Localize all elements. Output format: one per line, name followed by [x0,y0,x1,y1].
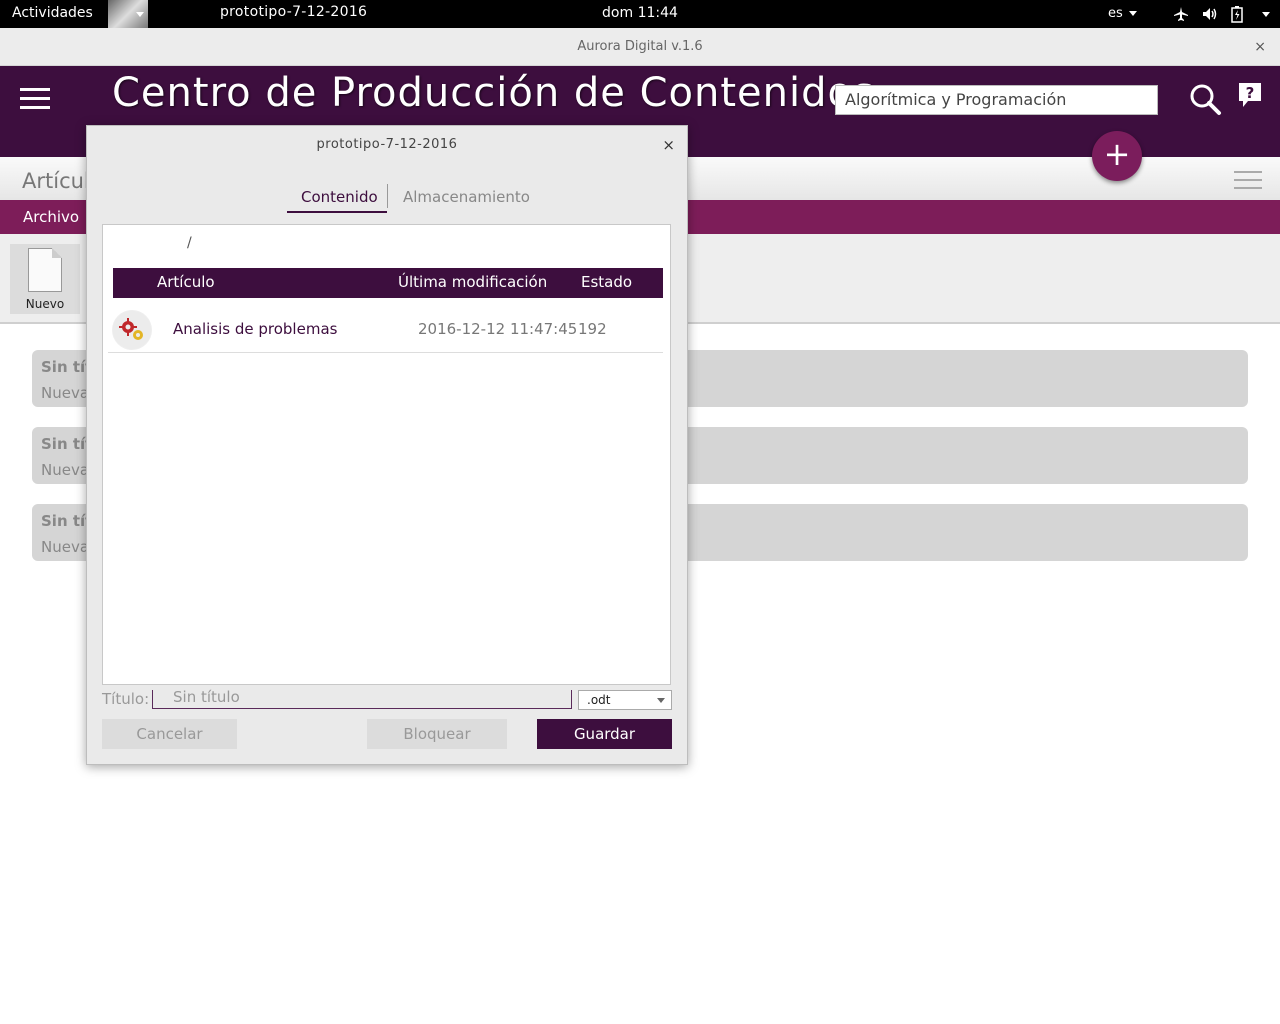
active-tab-indicator [287,211,387,213]
power-menu-icon [1262,11,1270,17]
svg-text:?: ? [1246,84,1255,102]
activities-button[interactable]: Actividades [12,5,93,21]
add-button[interactable]: + [1092,131,1142,181]
airplane-icon [1172,5,1190,23]
language-selector[interactable]: es [1108,6,1137,21]
app-menu-label: prototipo-7-12-2016 [220,4,368,20]
table-header: Artículo Última modificación Estado [113,268,663,298]
table-row[interactable]: Analisis de problemas 2016-12-12 11:47:4… [108,308,663,353]
row-state: 192 [578,320,607,338]
window-titlebar: Aurora Digital v.1.6 × [0,28,1280,66]
list-menu-icon[interactable] [1234,171,1262,191]
dialog-title: prototipo-7-12-2016 [316,137,458,152]
tab-almacenamiento[interactable]: Almacenamiento [403,188,530,206]
app-title: Centro de Producción de Contenidos [112,70,875,116]
title-label: Título: [102,690,150,708]
window-close-button[interactable]: × [1254,28,1266,66]
title-row: Título: Sin título .odt [102,690,672,714]
save-button[interactable]: Guardar [537,719,672,749]
search-icon[interactable] [1188,82,1222,116]
extension-select[interactable]: .odt [578,690,672,710]
window-title: Aurora Digital v.1.6 [577,39,703,54]
clock[interactable]: dom 11:44 [602,5,678,21]
cancel-button[interactable]: Cancelar [102,719,237,749]
dialog-tabs: Contenido Almacenamiento [287,184,547,214]
app-menu[interactable]: prototipo-7-12-2016 [108,0,367,28]
menu-item-archivo[interactable]: Archivo [23,208,79,226]
title-input[interactable]: Sin título [152,690,572,709]
column-header-article[interactable]: Artículo [157,273,215,291]
language-label: es [1108,6,1123,21]
gears-icon [112,310,152,350]
chevron-down-icon [1128,11,1137,16]
path-breadcrumb[interactable]: / [187,235,192,251]
dialog-close-button[interactable]: × [662,136,675,154]
save-dialog: prototipo-7-12-2016 × Contenido Almacena… [86,125,688,765]
row-article-name: Analisis de problemas [173,320,338,338]
row-modified: 2016-12-12 11:47:45 [418,320,578,338]
lock-button[interactable]: Bloquear [367,719,507,749]
battery-icon [1228,5,1246,23]
tab-separator [387,184,388,208]
hamburger-menu-icon[interactable] [20,88,50,110]
chevron-down-icon [136,11,144,17]
column-header-state[interactable]: Estado [581,273,632,291]
chevron-down-icon [657,698,665,703]
help-icon[interactable]: ? [1238,82,1262,108]
new-document-label: Nuevo [25,297,65,311]
column-header-modified[interactable]: Última modificación [398,273,547,291]
file-browser: / Artículo Última modificación Estado An… [102,224,671,685]
volume-icon [1200,5,1218,23]
system-top-bar: Actividades prototipo-7-12-2016 dom 11:4… [0,0,1280,28]
document-icon [28,248,62,292]
new-document-button[interactable]: Nuevo [10,244,80,314]
tab-contenido[interactable]: Contenido [301,188,378,206]
system-tray[interactable] [1172,4,1270,24]
extension-value: .odt [587,693,611,707]
search-input[interactable]: Algorítmica y Programación [835,85,1158,115]
